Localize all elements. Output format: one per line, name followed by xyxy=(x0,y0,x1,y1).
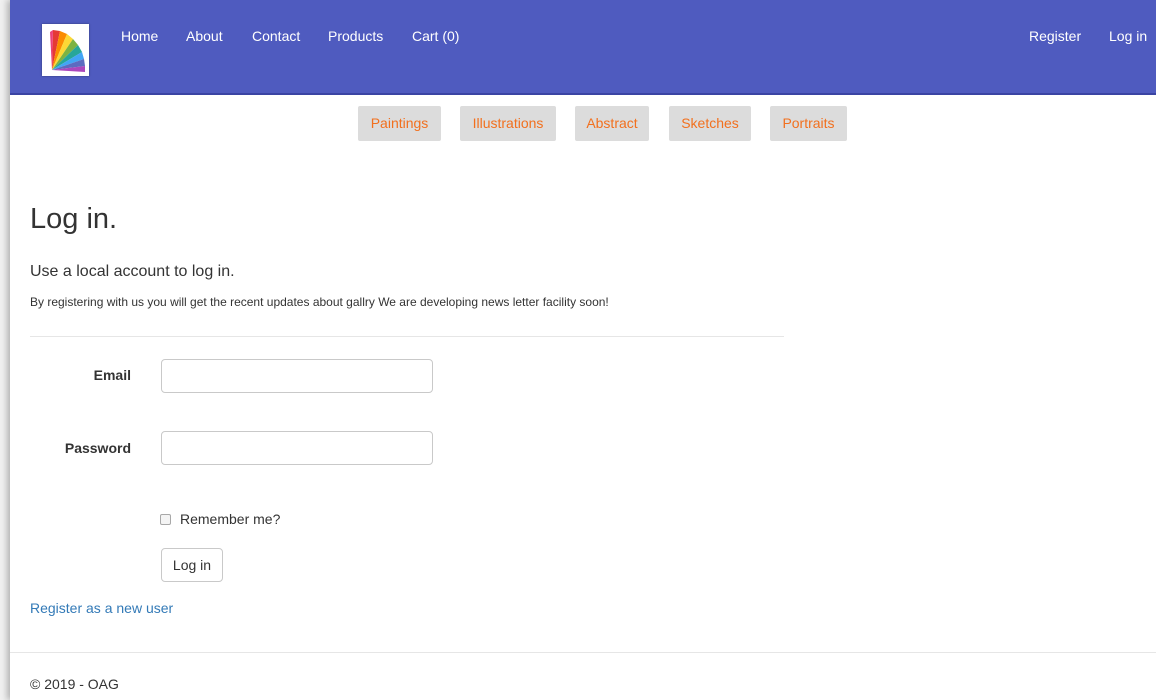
category-illustrations-button[interactable]: Illustrations xyxy=(460,106,556,141)
nav-login-link[interactable]: Log in xyxy=(1109,28,1147,44)
info-text: By registering with us you will get the … xyxy=(30,295,609,309)
category-paintings-button[interactable]: Paintings xyxy=(358,106,441,141)
remember-me-label[interactable]: Remember me? xyxy=(180,511,280,527)
nav-products-link[interactable]: Products xyxy=(328,28,383,44)
footer-divider xyxy=(10,652,1156,653)
top-navbar: Home About Contact Products Cart (0) Reg… xyxy=(10,0,1156,95)
page-subtitle: Use a local account to log in. xyxy=(30,263,235,280)
form-divider xyxy=(30,336,784,337)
email-label: Email xyxy=(93,367,131,383)
footer-copyright: © 2019 - OAG xyxy=(30,676,119,692)
browser-page: Home About Contact Products Cart (0) Reg… xyxy=(10,0,1156,700)
category-bar: Paintings Illustrations Abstract Sketche… xyxy=(10,106,1156,142)
category-abstract-button[interactable]: Abstract xyxy=(575,106,649,141)
login-submit-button[interactable]: Log in xyxy=(161,548,223,582)
password-label: Password xyxy=(64,440,131,456)
category-portraits-button[interactable]: Portraits xyxy=(770,106,847,141)
category-sketches-button[interactable]: Sketches xyxy=(669,106,751,141)
register-new-user-link[interactable]: Register as a new user xyxy=(30,600,173,616)
nav-home-link[interactable]: Home xyxy=(121,28,158,44)
nav-about-link[interactable]: About xyxy=(186,28,223,44)
nav-contact-link[interactable]: Contact xyxy=(252,28,300,44)
email-field[interactable] xyxy=(161,359,433,393)
page-title: Log in. xyxy=(30,203,118,235)
password-field[interactable] xyxy=(161,431,433,465)
nav-register-link[interactable]: Register xyxy=(1029,28,1081,44)
remember-me-checkbox[interactable] xyxy=(160,514,171,525)
nav-cart-link[interactable]: Cart (0) xyxy=(412,28,459,44)
color-swatch-fan-icon[interactable] xyxy=(42,24,89,76)
